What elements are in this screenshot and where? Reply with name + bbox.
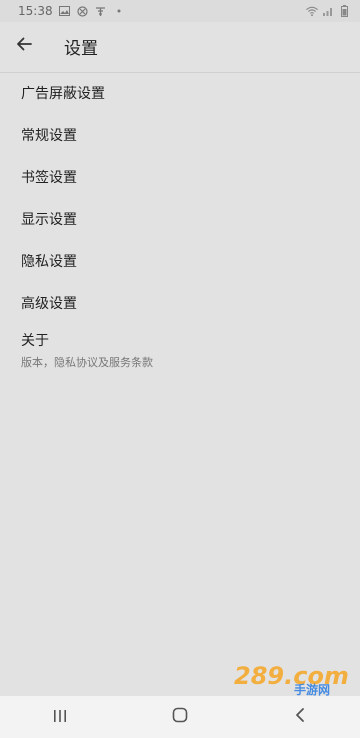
menu-item-label: 显示设置 <box>21 212 77 228</box>
menu-item-label: 常规设置 <box>21 128 77 144</box>
signal-icon <box>322 5 334 17</box>
back-button[interactable] <box>2 24 46 68</box>
status-bar: 15:38 <box>0 0 360 22</box>
watermark-tagline: 手游网 <box>294 682 330 696</box>
menu-item-ad-block-settings[interactable]: 广告屏蔽设置 <box>0 72 360 114</box>
recents-icon <box>52 708 68 727</box>
system-nav-bar <box>0 696 360 738</box>
chevron-left-icon <box>294 707 306 727</box>
menu-item-advanced-settings[interactable]: 高级设置 <box>0 282 360 324</box>
wifi-icon <box>306 5 318 17</box>
about-label: 关于 <box>21 333 49 349</box>
menu-item-label: 广告屏蔽设置 <box>21 86 105 102</box>
home-button[interactable] <box>150 696 210 738</box>
app-notification-icon <box>77 5 89 17</box>
about-subtitle: 版本，隐私协议及服务条款 <box>21 356 153 369</box>
nav-back-button[interactable] <box>270 696 330 738</box>
settings-menu: 广告屏蔽设置 常规设置 书签设置 显示设置 隐私设置 高级设置 关于 版本，隐私… <box>0 72 360 376</box>
gallery-notification-icon <box>59 5 71 17</box>
menu-item-label: 书签设置 <box>21 170 77 186</box>
menu-item-bookmark-settings[interactable]: 书签设置 <box>0 156 360 198</box>
battery-icon <box>338 5 350 17</box>
recents-button[interactable] <box>30 696 90 738</box>
more-notifications-icon <box>113 5 125 17</box>
usb-notification-icon <box>95 5 107 17</box>
status-right <box>306 5 350 17</box>
home-icon <box>172 707 188 727</box>
status-left: 15:38 <box>18 4 125 18</box>
menu-item-general-settings[interactable]: 常规设置 <box>0 114 360 156</box>
app-header: 设置 <box>0 22 360 70</box>
menu-item-privacy-settings[interactable]: 隐私设置 <box>0 240 360 282</box>
menu-item-label: 高级设置 <box>21 296 77 312</box>
menu-item-about[interactable]: 关于 版本，隐私协议及服务条款 <box>0 324 360 376</box>
watermark-brand: 289.com <box>234 662 349 690</box>
site-watermark-logo: 289.com 手游网 <box>232 660 352 697</box>
page-title: 设置 <box>64 38 98 59</box>
status-time: 15:38 <box>18 4 53 18</box>
menu-item-label: 隐私设置 <box>21 254 77 270</box>
arrow-left-icon <box>15 35 33 57</box>
menu-item-display-settings[interactable]: 显示设置 <box>0 198 360 240</box>
